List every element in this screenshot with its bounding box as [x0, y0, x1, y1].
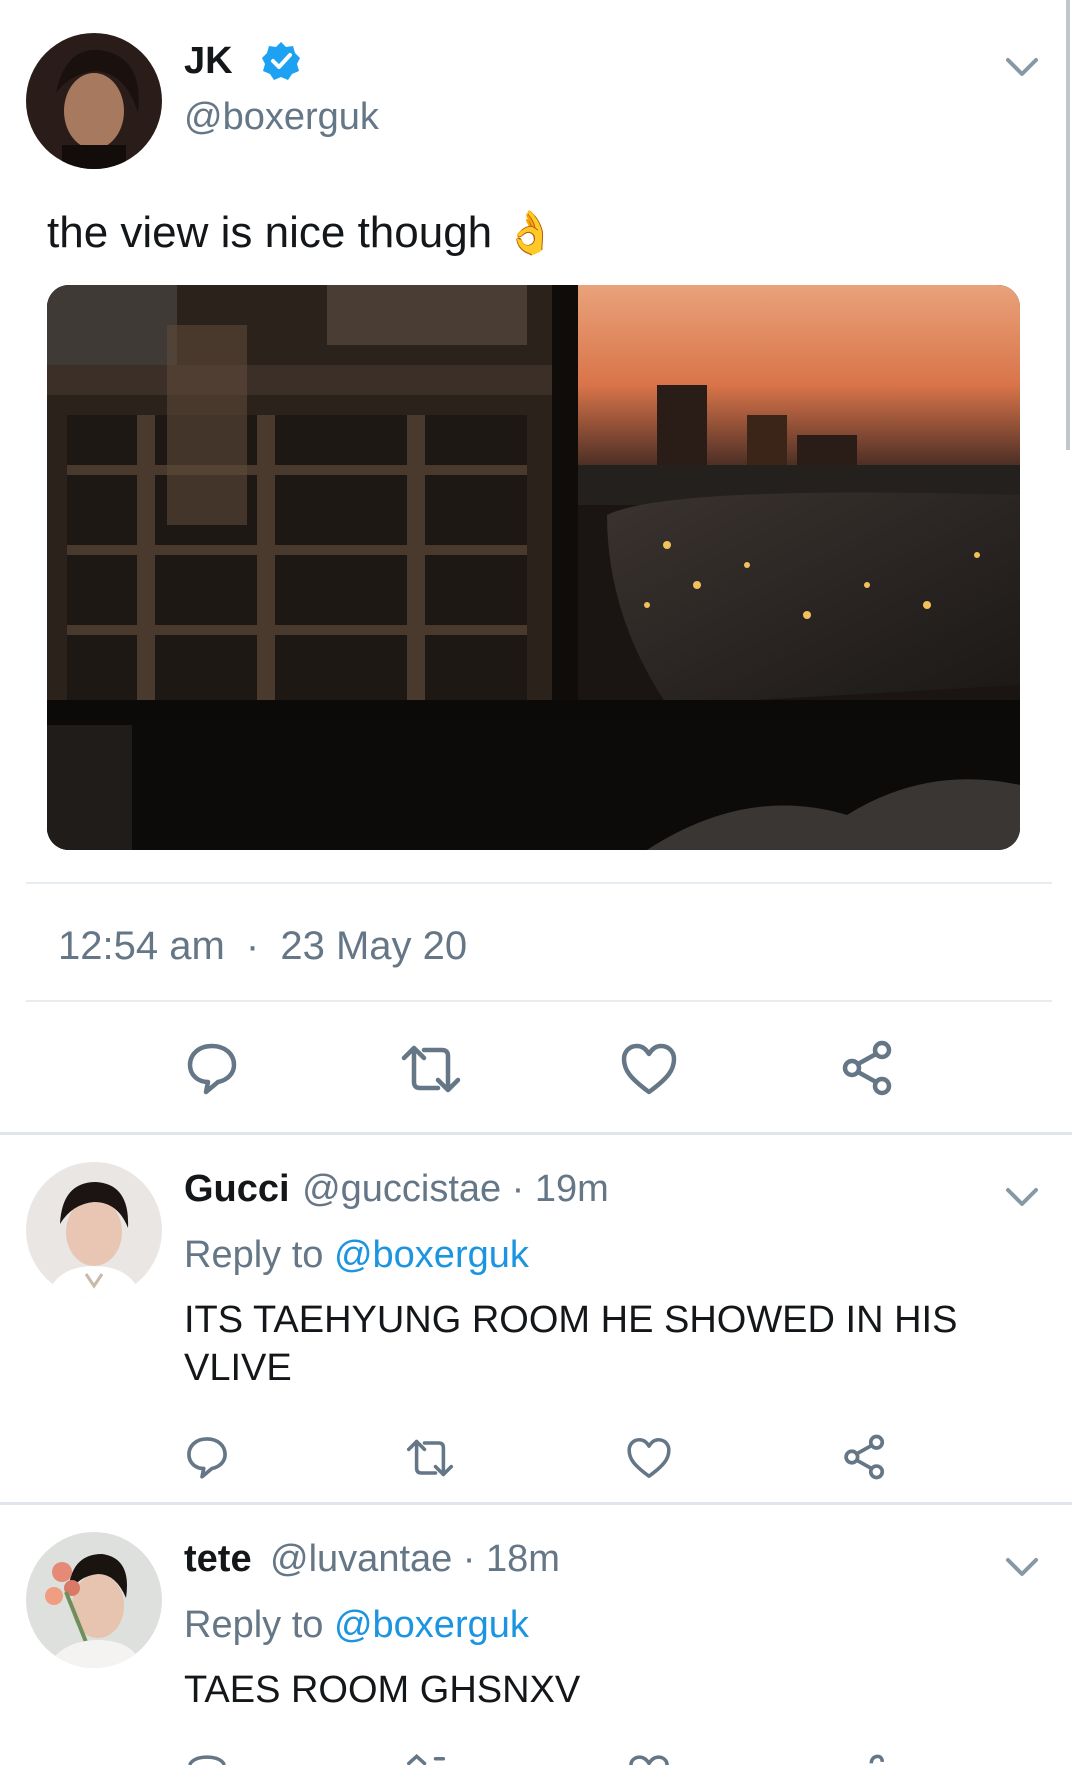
reply-header: tete @luvantae · 18m: [184, 1538, 560, 1581]
tweet-date: 23 May 20: [280, 924, 468, 968]
reply-prefix: Reply to: [184, 1234, 324, 1276]
tweet-time: 12:54 am: [58, 924, 225, 968]
reply-age: · 19m: [511, 1168, 609, 1210]
author-handle[interactable]: @boxerguk: [184, 96, 379, 139]
tweet-timestamp[interactable]: 12:54 am · 23 May 20: [58, 924, 467, 969]
author-name[interactable]: JK: [184, 40, 233, 83]
share-icon[interactable]: [842, 1754, 888, 1765]
reply-avatar[interactable]: [26, 1162, 162, 1298]
share-icon[interactable]: [842, 1434, 888, 1480]
reply-to-handle[interactable]: @boxerguk: [334, 1234, 529, 1276]
share-icon[interactable]: [840, 1040, 896, 1096]
reply-context: Reply to @boxerguk: [184, 1234, 529, 1277]
chevron-down-icon[interactable]: [1002, 1176, 1042, 1216]
divider: [26, 882, 1052, 884]
like-icon[interactable]: [620, 1042, 678, 1096]
reply-age: · 18m: [462, 1538, 560, 1580]
chevron-down-icon[interactable]: [1002, 1546, 1042, 1586]
like-icon[interactable]: [626, 1436, 672, 1480]
scrollbar[interactable]: [1066, 0, 1070, 450]
reply-text: ITS TAEHYUNG ROOM HE SHOWED IN HIS VLIVE: [184, 1299, 958, 1389]
retweet-icon[interactable]: [398, 1042, 464, 1096]
reply-author-handle[interactable]: @guccistae: [302, 1168, 501, 1210]
reply-icon[interactable]: [184, 1754, 230, 1765]
section-divider: [0, 1132, 1072, 1135]
section-divider: [0, 1502, 1072, 1505]
like-icon[interactable]: [626, 1754, 672, 1765]
chevron-down-icon[interactable]: [1002, 46, 1042, 86]
reply-author-handle[interactable]: @luvantae: [270, 1538, 452, 1580]
reply-icon[interactable]: [184, 1434, 230, 1480]
reply-author-name[interactable]: Gucci: [184, 1168, 290, 1210]
reply-header: Gucci @guccistae · 19m: [184, 1168, 609, 1211]
divider: [26, 1000, 1052, 1002]
reply-author-name[interactable]: tete: [184, 1538, 252, 1580]
tweet-photo[interactable]: [47, 285, 1020, 850]
reply-context: Reply to @boxerguk: [184, 1604, 529, 1647]
tweet-text-body: the view is nice though: [47, 208, 493, 257]
author-avatar[interactable]: [26, 33, 162, 169]
verified-badge-icon: [260, 40, 302, 82]
time-separator: ·: [245, 924, 260, 968]
retweet-icon[interactable]: [404, 1436, 456, 1480]
reply-text: TAES ROOM GHSNXV: [184, 1669, 581, 1711]
tweet-text: the view is nice though 👌: [47, 208, 557, 258]
reply-to-handle[interactable]: @boxerguk: [334, 1604, 529, 1646]
reply-icon[interactable]: [184, 1040, 240, 1096]
reply-prefix: Reply to: [184, 1604, 324, 1646]
reply-avatar[interactable]: [26, 1532, 162, 1668]
ok-hand-emoji: 👌: [504, 209, 557, 256]
retweet-icon[interactable]: [404, 1754, 456, 1765]
